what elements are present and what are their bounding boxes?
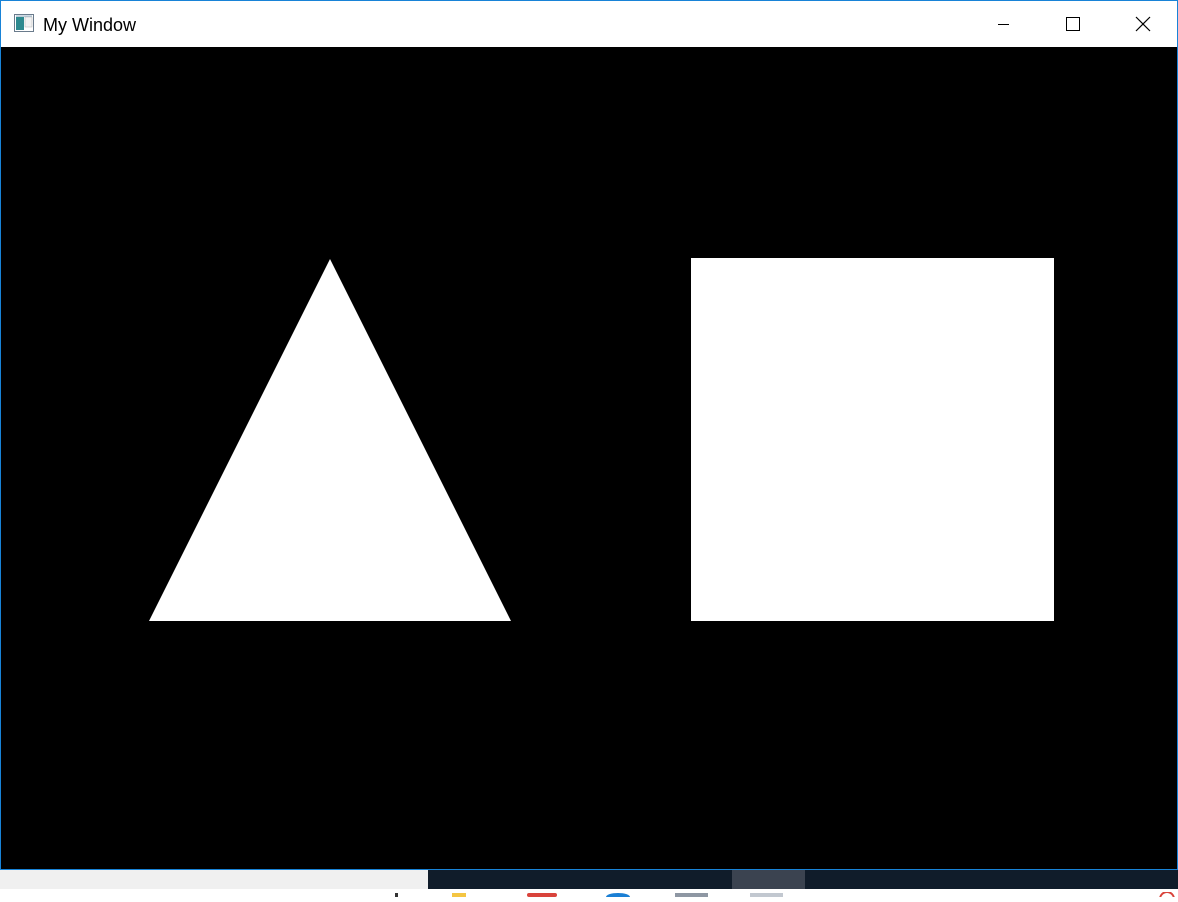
- minimize-button[interactable]: [969, 1, 1037, 47]
- minimize-icon: [998, 24, 1009, 25]
- maximize-button[interactable]: [1037, 1, 1105, 47]
- white-square: [691, 258, 1054, 621]
- edge-browser-icon[interactable]: [605, 884, 631, 901]
- window-title: My Window: [43, 15, 137, 35]
- white-triangle: [149, 259, 511, 621]
- app-window-icon[interactable]: [675, 884, 709, 897]
- app-red-edge-icon[interactable]: [1156, 884, 1178, 902]
- taskbar: [0, 870, 1178, 902]
- app-window-active-icon: [750, 884, 784, 897]
- app-window: My Window: [0, 0, 1178, 870]
- close-button[interactable]: [1107, 1, 1175, 47]
- taskbar-caret-icon[interactable]: [392, 884, 400, 897]
- title-bar[interactable]: My Window: [1, 1, 1177, 47]
- app-red-icon[interactable]: [527, 884, 559, 897]
- maximize-icon: [1066, 17, 1080, 31]
- drawing-canvas: [1, 47, 1177, 869]
- app-window-icon: [14, 14, 34, 32]
- file-explorer-icon[interactable]: [452, 884, 468, 897]
- taskbar-active-app[interactable]: [732, 870, 805, 897]
- close-icon: [1135, 16, 1151, 32]
